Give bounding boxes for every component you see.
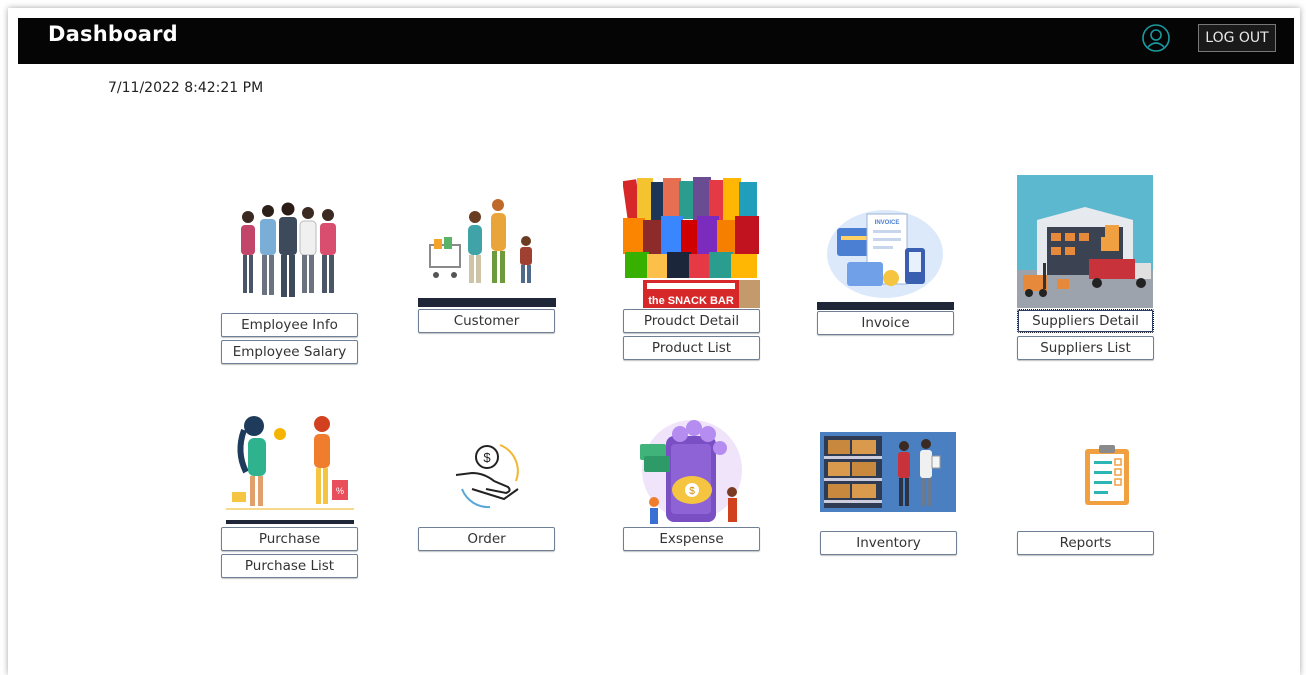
piggy-bank-phone-icon: $ xyxy=(636,418,746,526)
order-button[interactable]: Order xyxy=(418,527,555,551)
current-datetime: 7/11/2022 8:42:21 PM xyxy=(108,80,264,96)
snack-bar-label: the SNACK BAR xyxy=(648,295,734,307)
svg-text:$: $ xyxy=(689,486,695,497)
snack-bar-box-icon: the SNACK BAR xyxy=(623,176,760,308)
svg-text:$: $ xyxy=(483,450,491,465)
invoice-button[interactable]: Invoice xyxy=(817,311,954,335)
warehouse-forklift-icon xyxy=(1017,175,1153,308)
shopping-women-icon: % xyxy=(226,412,354,524)
hand-coin-icon: $ xyxy=(450,437,525,512)
purchase-list-button[interactable]: Purchase List xyxy=(221,554,358,578)
product-detail-button[interactable]: Proudct Detail xyxy=(623,309,760,333)
title-bar: Dashboard LOG OUT xyxy=(18,18,1294,64)
inventory-button[interactable]: Inventory xyxy=(820,531,957,555)
logout-button[interactable]: LOG OUT xyxy=(1198,24,1276,52)
suppliers-list-button[interactable]: Suppliers List xyxy=(1017,336,1154,360)
svg-text:%: % xyxy=(336,486,344,496)
family-shopping-icon xyxy=(418,195,556,310)
page-title: Dashboard xyxy=(48,22,178,46)
employee-info-button[interactable]: Employee Info xyxy=(221,313,358,337)
clipboard-checklist-icon xyxy=(1082,443,1132,507)
employee-salary-button[interactable]: Employee Salary xyxy=(221,340,358,364)
reports-button[interactable]: Reports xyxy=(1017,531,1154,555)
customer-button[interactable]: Customer xyxy=(418,309,555,333)
inventory-shelves-icon xyxy=(820,432,956,512)
user-profile-icon[interactable] xyxy=(1140,23,1170,53)
product-list-button[interactable]: Product List xyxy=(623,336,760,360)
employees-group-icon xyxy=(230,195,350,300)
invoice-payment-icon: INVOICE xyxy=(817,208,954,310)
suppliers-detail-button[interactable]: Suppliers Detail xyxy=(1017,309,1154,333)
expense-button[interactable]: Exspense xyxy=(623,527,760,551)
invoice-doc-label: INVOICE xyxy=(875,220,900,226)
purchase-button[interactable]: Purchase xyxy=(221,527,358,551)
